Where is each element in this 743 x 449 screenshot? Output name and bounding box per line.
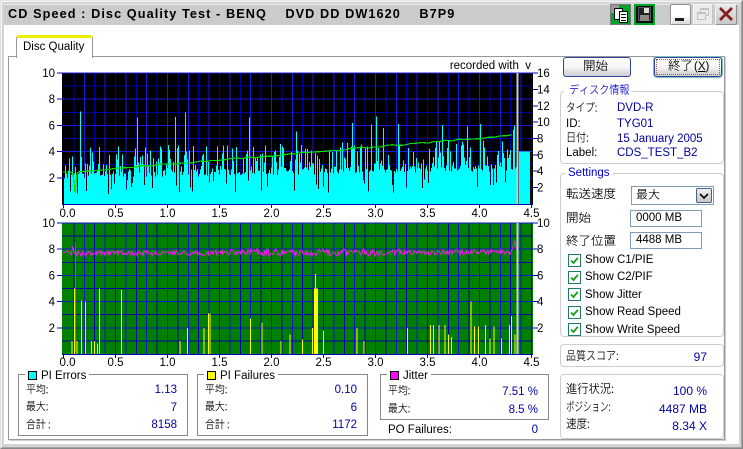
svg-text:3.0: 3.0 (368, 357, 384, 369)
svg-text:2: 2 (49, 173, 55, 185)
svg-text:0.5: 0.5 (108, 208, 124, 220)
svg-text:10: 10 (537, 218, 550, 230)
svg-text:6: 6 (49, 270, 55, 282)
svg-text:10: 10 (42, 68, 55, 80)
svg-text:10: 10 (42, 218, 55, 230)
svg-text:8: 8 (49, 94, 55, 106)
svg-text:4: 4 (49, 297, 56, 309)
svg-text:8: 8 (537, 244, 543, 256)
svg-text:3.0: 3.0 (368, 208, 384, 220)
svg-text:2.0: 2.0 (264, 208, 280, 220)
svg-text:6: 6 (49, 120, 55, 132)
svg-text:6: 6 (537, 270, 543, 282)
svg-text:0.5: 0.5 (108, 357, 124, 369)
svg-text:1.5: 1.5 (212, 208, 228, 220)
svg-text:3.5: 3.5 (420, 208, 436, 220)
svg-text:4: 4 (537, 297, 544, 309)
svg-text:4.0: 4.0 (472, 357, 488, 369)
svg-text:1.0: 1.0 (160, 208, 176, 220)
svg-text:4: 4 (537, 166, 544, 178)
svg-text:4.5: 4.5 (524, 357, 540, 369)
svg-text:6: 6 (537, 150, 543, 162)
svg-text:8: 8 (537, 134, 543, 146)
svg-text:4: 4 (49, 147, 56, 159)
svg-text:0.0: 0.0 (60, 208, 76, 220)
svg-text:10: 10 (537, 117, 550, 129)
svg-text:8: 8 (49, 244, 55, 256)
svg-text:2: 2 (537, 183, 543, 195)
svg-text:14: 14 (537, 84, 550, 96)
svg-text:recorded with v: recorded with v (450, 60, 531, 72)
svg-text:2.5: 2.5 (316, 208, 332, 220)
svg-text:2.5: 2.5 (316, 357, 332, 369)
svg-text:1.0: 1.0 (160, 357, 176, 369)
svg-text:2: 2 (49, 323, 55, 335)
svg-text:2: 2 (537, 323, 543, 335)
svg-text:16: 16 (537, 68, 550, 80)
svg-text:4.0: 4.0 (472, 208, 488, 220)
svg-text:12: 12 (537, 101, 550, 113)
